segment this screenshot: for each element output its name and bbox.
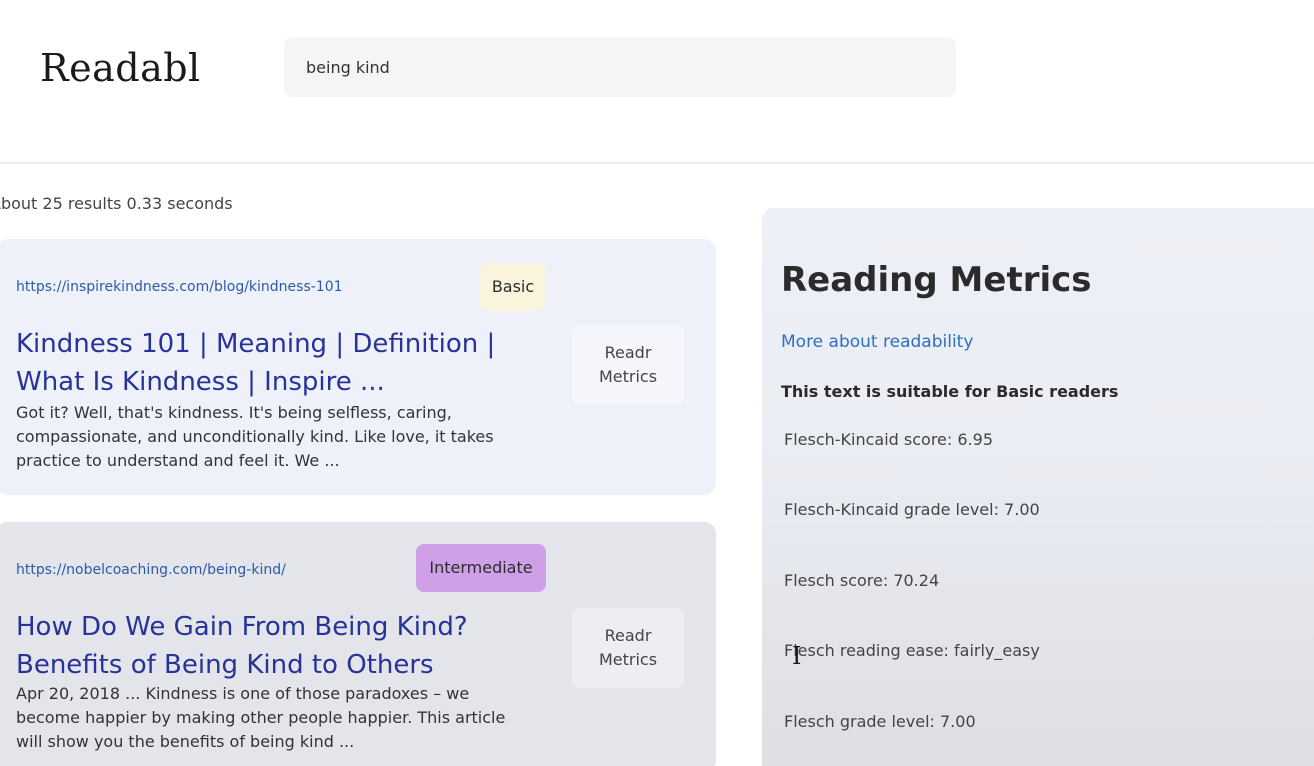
result-title-line: How Do We Gain From Being Kind? <box>16 612 468 642</box>
app-logo[interactable]: Readabl <box>40 46 201 90</box>
reading-level-badge: Basic <box>480 263 546 311</box>
snippet-line: will show you the benefits of being kind… <box>16 732 355 751</box>
result-snippet: Got it? Well, that's kindness. It's bein… <box>16 401 556 473</box>
readr-metrics-button[interactable]: Readr Metrics <box>572 608 684 688</box>
result-card: https://nobelcoaching.com/being-kind/ In… <box>0 522 716 766</box>
result-title-line: Benefits of Being Kind to Others <box>16 650 434 680</box>
text-cursor-icon: I <box>792 642 802 670</box>
result-snippet: Apr 20, 2018 ... Kindness is one of thos… <box>16 682 556 754</box>
result-url[interactable]: https://nobelcoaching.com/being-kind/ <box>16 562 286 578</box>
result-title-line: Kindness 101 | Meaning | Definition | <box>16 329 496 359</box>
snippet-line: Apr 20, 2018 ... Kindness is one of thos… <box>16 684 470 703</box>
snippet-line: compassionate, and unconditionally kind.… <box>16 427 494 446</box>
readr-metrics-label: Readr <box>604 343 652 362</box>
metric-fk-score: Flesch-Kincaid score: 6.95 <box>784 430 993 449</box>
result-title-link[interactable]: Kindness 101 | Meaning | Definition | Wh… <box>16 325 556 401</box>
panel-title: Reading Metrics <box>781 260 1092 300</box>
reading-level-badge: Intermediate <box>416 544 546 592</box>
metric-fk-grade: Flesch-Kincaid grade level: 7.00 <box>784 500 1040 519</box>
search-input[interactable] <box>284 37 956 97</box>
metric-flesch-grade: Flesch grade level: 7.00 <box>784 712 976 731</box>
readr-metrics-label: Metrics <box>598 367 658 386</box>
result-title-line: What Is Kindness | Inspire ... <box>16 367 385 397</box>
suitability-text: This text is suitable for Basic readers <box>781 382 1119 401</box>
results-stats: About 25 results 0.33 seconds <box>0 194 233 213</box>
readr-metrics-button[interactable]: Readr Metrics <box>572 325 684 405</box>
metric-flesch-score: Flesch score: 70.24 <box>784 571 940 590</box>
snippet-line: become happier by making other people ha… <box>16 708 506 727</box>
result-url[interactable]: https://inspirekindness.com/blog/kindnes… <box>16 279 343 295</box>
more-about-readability-link[interactable]: More about readability <box>781 332 973 352</box>
top-bar: Readabl <box>0 0 1314 164</box>
readr-metrics-label: Readr <box>604 626 652 645</box>
snippet-line: practice to understand and feel it. We .… <box>16 451 340 470</box>
result-title-link[interactable]: How Do We Gain From Being Kind? Benefits… <box>16 608 556 684</box>
readr-metrics-label: Metrics <box>598 650 658 669</box>
result-card: https://inspirekindness.com/blog/kindnes… <box>0 239 716 495</box>
reading-metrics-panel: Reading Metrics More about readability T… <box>762 208 1314 766</box>
metric-flesch-ease: Flesch reading ease: fairly_easy <box>784 641 1040 660</box>
snippet-line: Got it? Well, that's kindness. It's bein… <box>16 403 452 422</box>
